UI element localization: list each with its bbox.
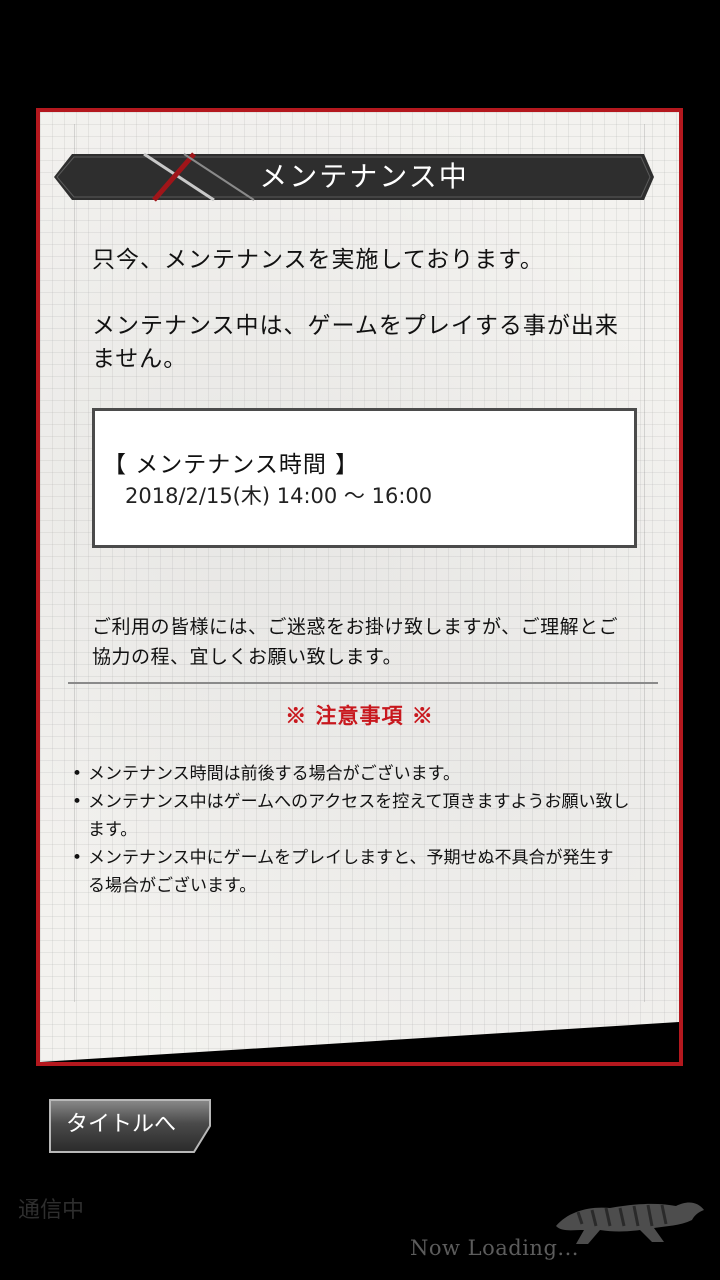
notice-title: ※ 注意事項 ※ <box>285 703 434 728</box>
panel-bottom-wedge <box>40 1022 679 1062</box>
dialog-title: メンテナンス中 <box>259 160 469 193</box>
apology-message: ご利用の皆様には、ご迷惑をお掛け致しますが、ご理解とご協力の程、宜しくお願い致し… <box>92 616 619 668</box>
maintenance-message: 只今、メンテナンスを実施しております。 <box>92 247 544 273</box>
note-text: メンテナンス中はゲームへのアクセスを控えて頂きますようお願い致します。 <box>88 792 630 840</box>
play-restriction-message: メンテナンス中は、ゲームをプレイする事が出来ません。 <box>92 313 619 372</box>
back-to-title-button[interactable]: タイトルへ <box>48 1098 212 1154</box>
note-item: • メンテナンス中にゲームをプレイしますと、予期せぬ不具合が発生する場合がございま… <box>72 848 614 896</box>
note-text: メンテナンス中にゲームをプレイしますと、予期せぬ不具合が発生する場合がございます… <box>88 848 614 896</box>
schedule-time: 2018/2/15(木) 14:00 ～ 16:00 <box>125 484 433 508</box>
schedule-heading: 【 メンテナンス時間 】 <box>103 452 360 478</box>
maintenance-dialog: メンテナンス中 只今、メンテナンスを実施しております。 メンテナンス中は、ゲーム… <box>36 108 683 1066</box>
loading-text: Now Loading... <box>410 1236 579 1260</box>
title-banner: メンテナンス中 <box>54 152 654 202</box>
note-item: • メンテナンス時間は前後する場合がございます。 <box>72 764 460 784</box>
note-item: • メンテナンス中はゲームへのアクセスを控えて頂きますようお願い致します。 <box>72 792 630 840</box>
back-to-title-label: タイトルへ <box>65 1112 176 1137</box>
divider <box>68 682 658 684</box>
note-text: メンテナンス時間は前後する場合がございます。 <box>88 764 460 784</box>
notes-list: • メンテナンス時間は前後する場合がございます。 • メンテナンス中はゲームへのアク… <box>70 760 630 900</box>
schedule-box: 【 メンテナンス時間 】 2018/2/15(木) 14:00 ～ 16:00 <box>92 408 637 548</box>
connecting-status: 通信中 <box>18 1198 85 1223</box>
